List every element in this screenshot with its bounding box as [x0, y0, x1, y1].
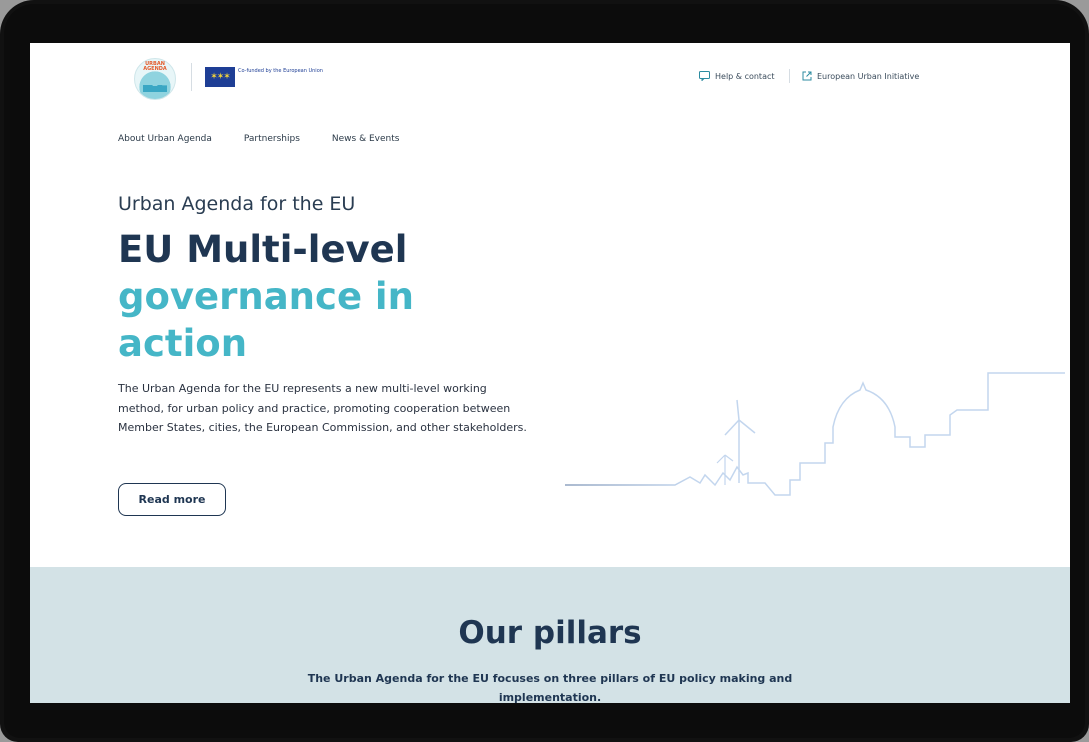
browser-viewport: URBAN AGENDA ✶✶✶ Co-funded by the Europe…: [30, 43, 1070, 703]
city-skyline-illustration: [565, 372, 1065, 496]
site-header: URBAN AGENDA ✶✶✶ Co-funded by the Europe…: [30, 43, 1070, 113]
laptop-frame: URBAN AGENDA ✶✶✶ Co-funded by the Europe…: [0, 0, 1089, 742]
main-navigation: About Urban Agenda Partnerships News & E…: [118, 134, 399, 144]
nav-item-partnerships[interactable]: Partnerships: [244, 134, 300, 144]
external-link-icon: [802, 71, 812, 81]
chat-icon: [699, 71, 710, 81]
utility-divider: [789, 69, 790, 83]
european-urban-initiative-label: European Urban Initiative: [817, 71, 920, 81]
pillars-section: Our pillars The Urban Agenda for the EU …: [30, 567, 1070, 703]
logo-divider: [191, 63, 192, 91]
urban-agenda-logo[interactable]: URBAN AGENDA: [134, 58, 176, 100]
eu-cofunded-caption: Co-funded by the European Union: [238, 68, 323, 74]
logo-text: URBAN AGENDA: [143, 61, 167, 72]
hero-title: EU Multi-level governance in action: [118, 226, 548, 367]
hero-title-line2: governance in action: [118, 275, 414, 365]
help-contact-label: Help & contact: [715, 71, 775, 81]
read-more-button[interactable]: Read more: [118, 483, 226, 516]
logo-city-icon: [143, 80, 167, 92]
eu-flag-icon: ✶✶✶: [205, 67, 235, 87]
nav-item-about-urban-agenda[interactable]: About Urban Agenda: [118, 134, 212, 144]
hero-title-line1: EU Multi-level: [118, 228, 408, 271]
european-urban-initiative-link[interactable]: European Urban Initiative: [802, 71, 919, 81]
pillars-description: The Urban Agenda for the EU focuses on t…: [307, 672, 793, 703]
pillars-title: Our pillars: [458, 615, 642, 651]
hero-description: The Urban Agenda for the EU represents a…: [118, 382, 527, 434]
hero-subtitle: Urban Agenda for the EU: [118, 193, 356, 215]
nav-item-news-events[interactable]: News & Events: [332, 134, 400, 144]
help-contact-link[interactable]: Help & contact: [699, 71, 775, 81]
